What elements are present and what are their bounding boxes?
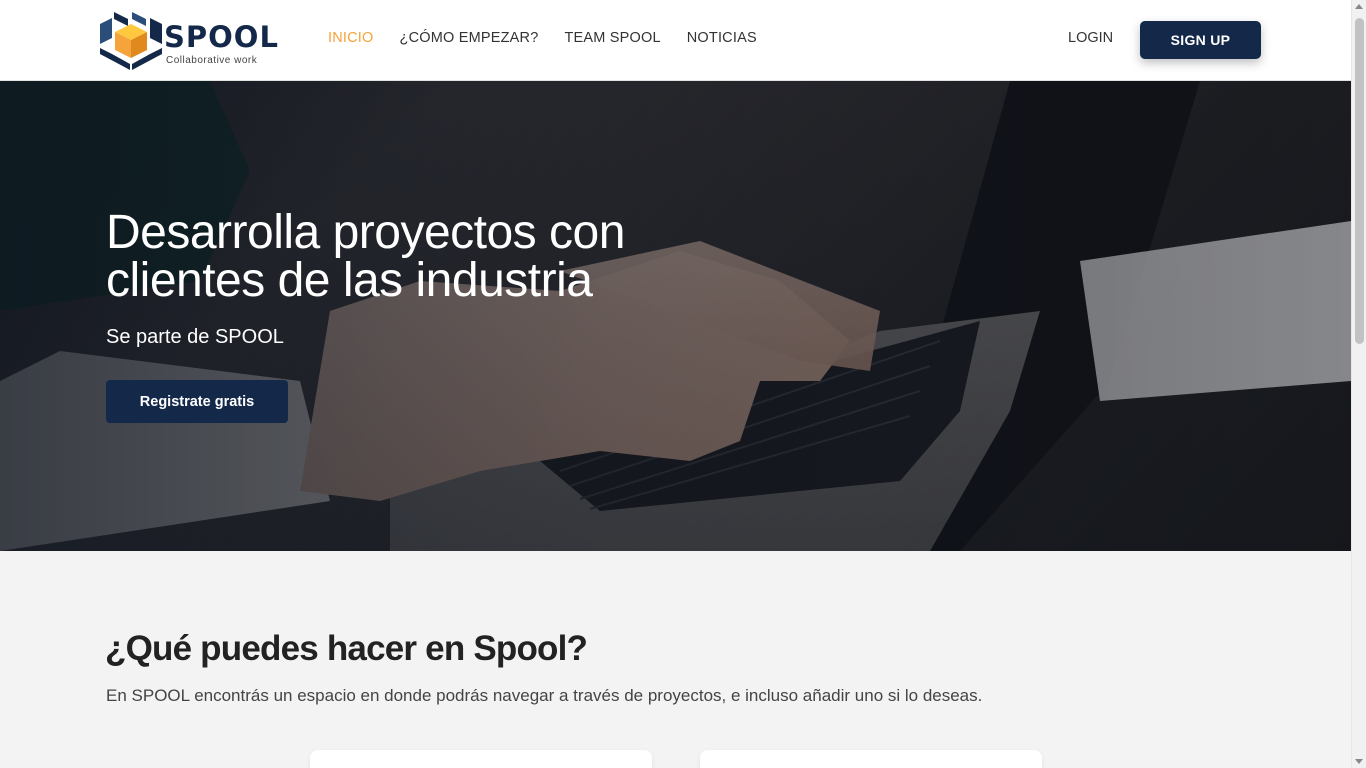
nav-item-inicio[interactable]: INICIO	[328, 30, 374, 46]
nav-item-como-empezar[interactable]: ¿CÓMO EMPEZAR?	[400, 30, 539, 46]
feature-card	[310, 750, 652, 768]
login-link[interactable]: LOGIN	[1068, 30, 1113, 46]
site-header: SPOOL Collaborative work INICIO ¿CÓMO EM…	[0, 0, 1351, 81]
features-description: En SPOOL encontrás un espacio en donde p…	[106, 686, 983, 705]
signup-button[interactable]: SIGN UP	[1140, 21, 1261, 59]
scroll-up-arrow-icon[interactable]	[1355, 4, 1363, 9]
spool-logo[interactable]: SPOOL Collaborative work	[100, 10, 295, 70]
brand-tagline: Collaborative work	[166, 55, 258, 66]
features-title: ¿Qué puedes hacer en Spool?	[105, 629, 588, 668]
nav-item-team-spool[interactable]: TEAM SPOOL	[564, 30, 660, 46]
brand-name: SPOOL	[164, 20, 279, 54]
hero-subtitle: Se parte de SPOOL	[106, 326, 284, 348]
hero-title: Desarrolla proyectos con clientes de las…	[106, 206, 625, 307]
hero-section: Desarrolla proyectos con clientes de las…	[0, 81, 1351, 551]
spool-cube-icon	[100, 12, 162, 70]
hero-overlay	[0, 81, 1351, 551]
main-nav: INICIO ¿CÓMO EMPEZAR? TEAM SPOOL NOTICIA…	[328, 30, 757, 46]
scrollbar-thumb[interactable]	[1355, 18, 1364, 344]
feature-card	[700, 750, 1042, 768]
register-free-button[interactable]: Registrate gratis	[106, 380, 288, 423]
nav-item-noticias[interactable]: NOTICIAS	[687, 30, 757, 46]
page-scrollbar[interactable]	[1351, 0, 1366, 768]
scroll-down-arrow-icon[interactable]	[1355, 759, 1363, 764]
